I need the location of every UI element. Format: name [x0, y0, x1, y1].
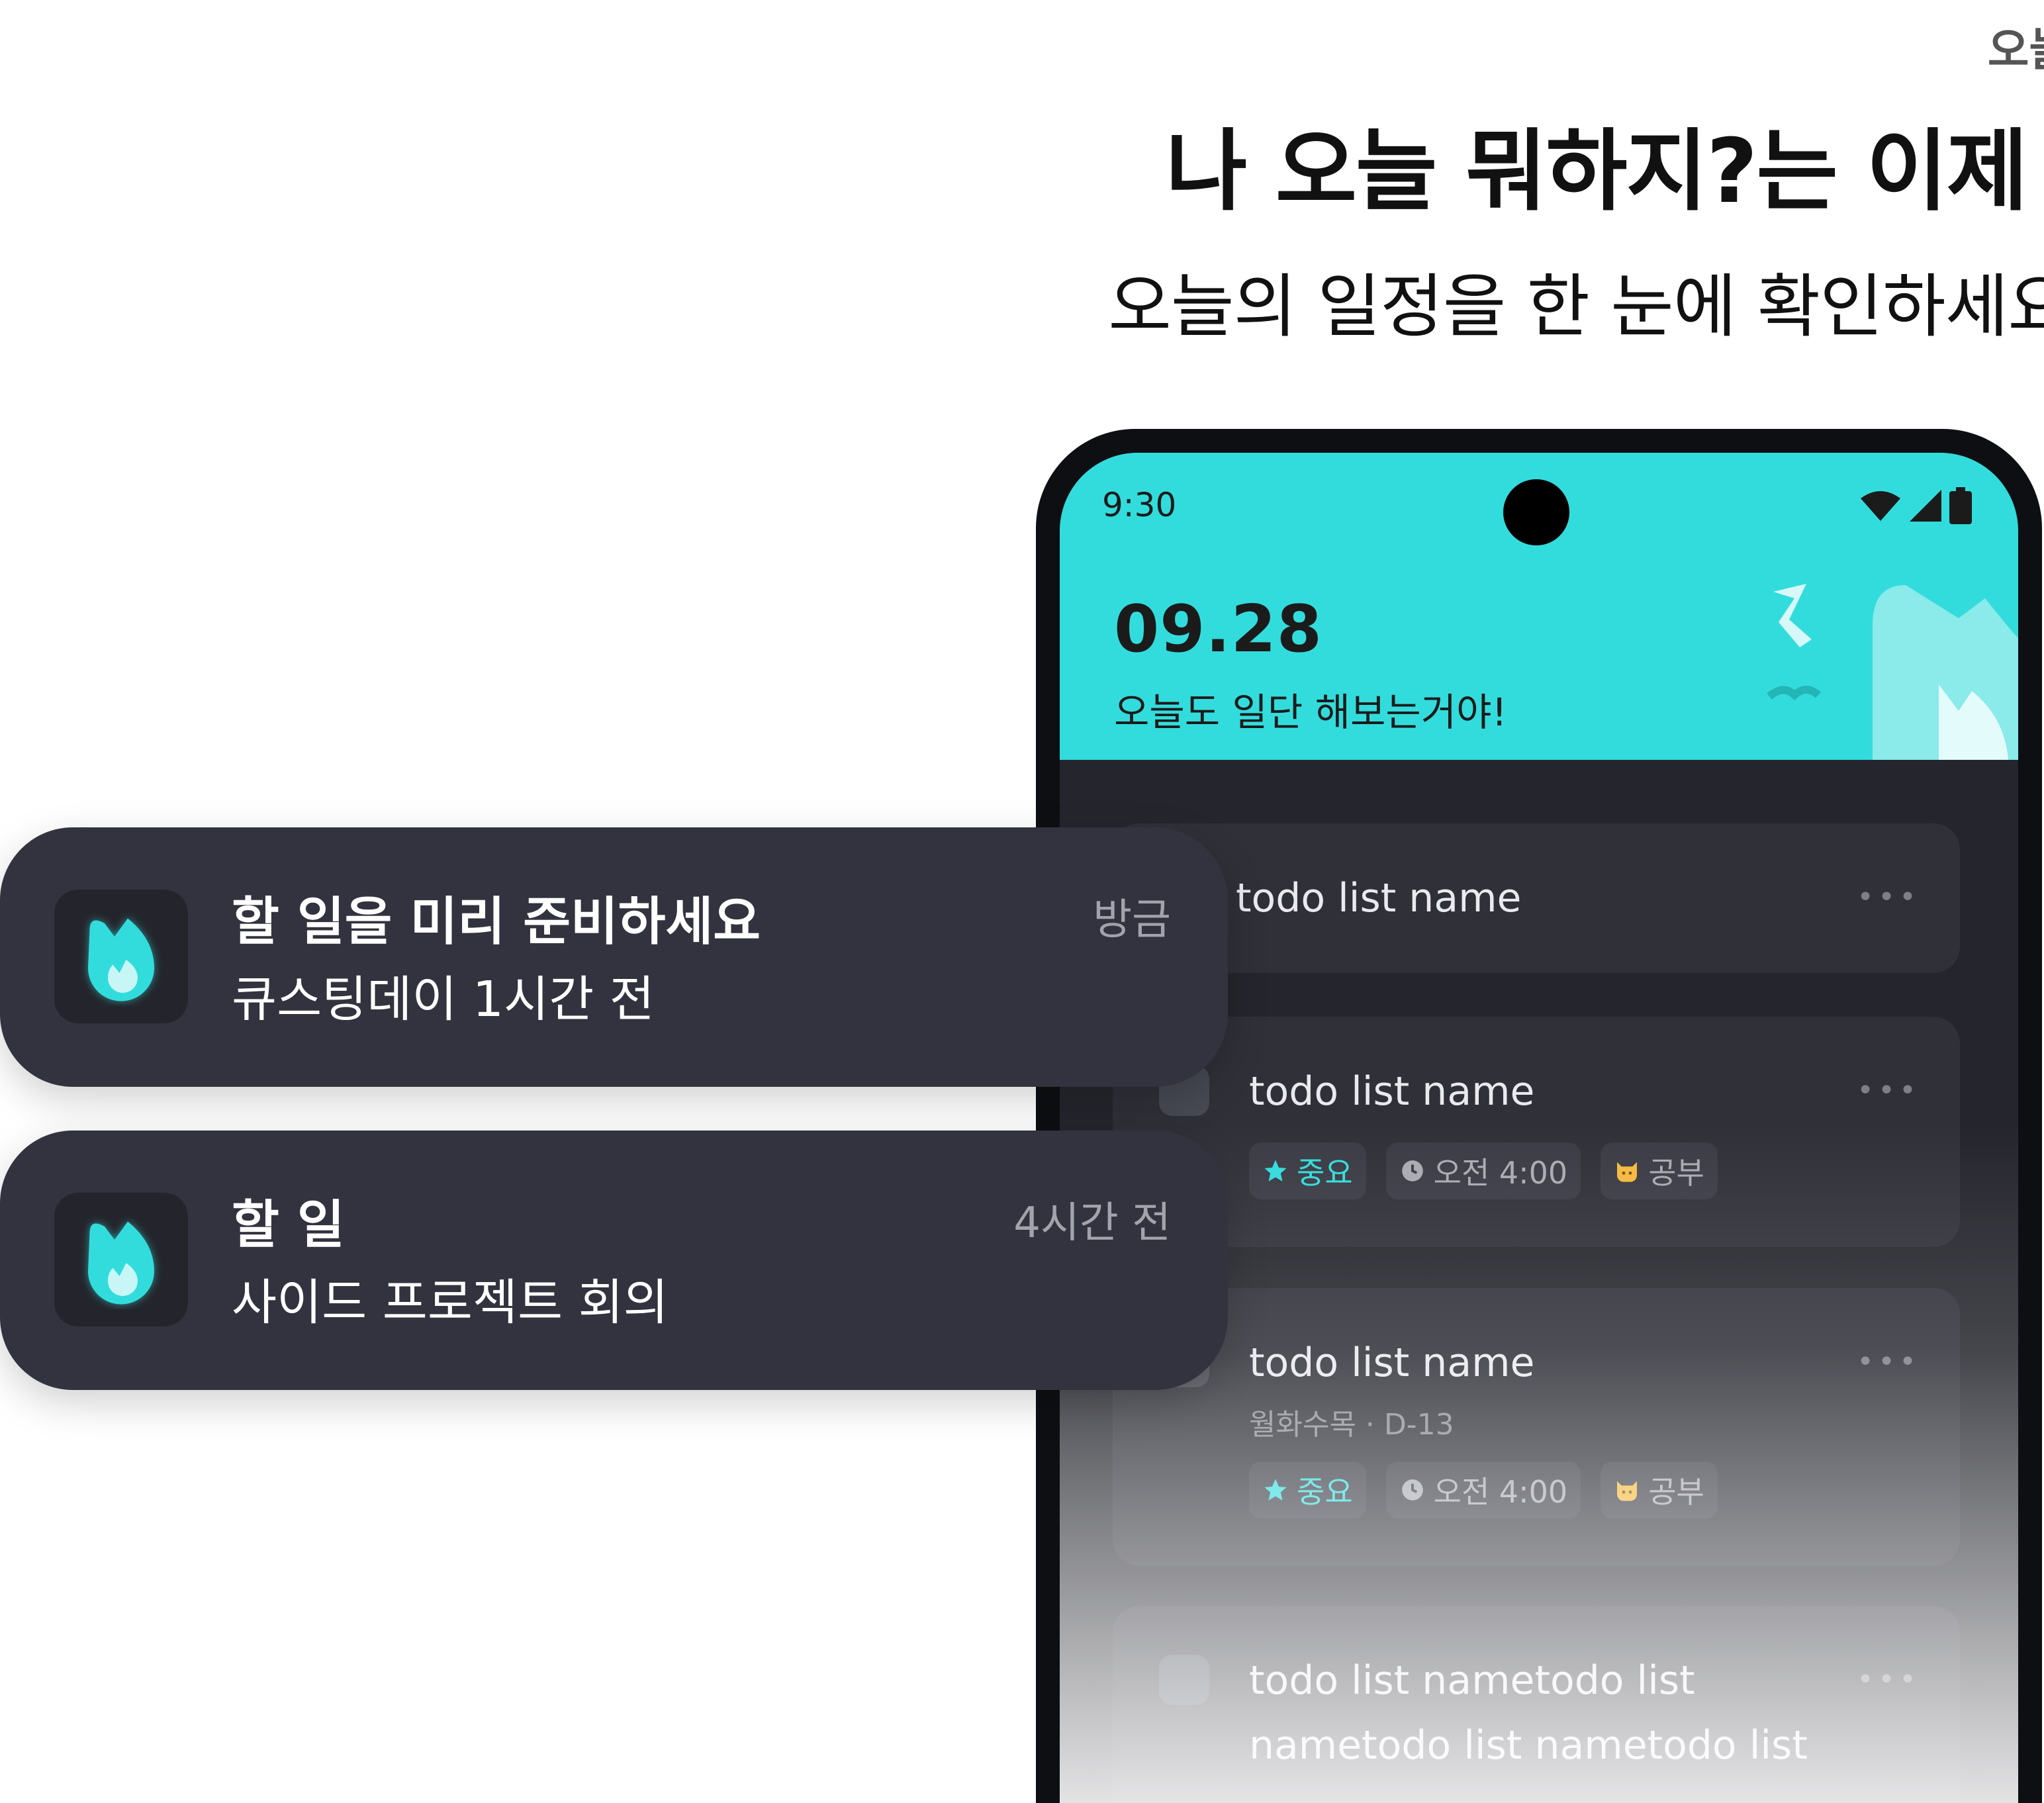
todo-card[interactable]: todo list name ••• — [1113, 823, 1960, 973]
todo-title: todo list name — [1236, 875, 1522, 921]
todo-card[interactable]: todo list name ••• 중요 오전 4:00 공부 — [1113, 1017, 1960, 1247]
todo-repeat-meta: 월화수목 · D-13 — [1249, 1408, 1454, 1442]
phone-frame: 9:30 09.28 오늘도 일단 해보는거야! todo list name … — [1036, 429, 2042, 1803]
time-chip[interactable]: 오전 4:00 — [1385, 1461, 1581, 1518]
todo-tags: 중요 오전 4:00 공부 — [1249, 1461, 1718, 1518]
page-headline: 나 오늘 뭐하지?는 이제 끝 — [1165, 120, 2044, 223]
category-chip[interactable]: 공부 — [1601, 1461, 1718, 1518]
section-kicker: 오늘 — [1987, 24, 2044, 77]
clock-icon — [1399, 1158, 1426, 1184]
star-icon — [1262, 1158, 1289, 1184]
priority-chip[interactable]: 중요 — [1249, 1142, 1366, 1199]
category-label: 공부 — [1648, 1155, 1704, 1191]
more-options-icon[interactable]: ••• — [1857, 880, 1920, 914]
todo-card[interactable]: todo list name 월화수목 · D-13 ••• 중요 오전 4:0… — [1113, 1288, 1960, 1566]
more-options-icon[interactable]: ••• — [1857, 1074, 1920, 1107]
flame-app-icon — [54, 890, 188, 1023]
time-label: 오전 4:00 — [1433, 1474, 1568, 1510]
today-header: 9:30 09.28 오늘도 일단 해보는거야! — [1060, 453, 2018, 760]
category-chip[interactable]: 공부 — [1601, 1142, 1718, 1199]
time-chip[interactable]: 오전 4:00 — [1385, 1142, 1581, 1199]
mascot-illustration — [1767, 584, 2018, 760]
notification-body: 사이드 프로젝트 회의 — [232, 1274, 669, 1331]
battery-icon — [1949, 487, 1972, 524]
flame-app-icon — [54, 1193, 188, 1326]
notification-title: 할 일 — [232, 1195, 345, 1255]
priority-label: 중요 — [1297, 1474, 1353, 1510]
today-date: 09.28 — [1114, 592, 1323, 667]
notification-time: 4시간 전 — [1013, 1199, 1171, 1248]
more-options-icon[interactable]: ••• — [1857, 1345, 1920, 1379]
notification-card[interactable]: 할 일 사이드 프로젝트 회의 4시간 전 — [0, 1131, 1228, 1390]
todo-tags: 중요 오전 4:00 공부 — [1249, 1142, 1718, 1199]
cat-emoji-icon — [1614, 1477, 1640, 1503]
time-label: 오전 4:00 — [1433, 1155, 1568, 1191]
today-tagline: 오늘도 일단 해보는거야! — [1114, 690, 1507, 735]
notification-card[interactable]: 할 일을 미리 준비하세요 큐스팅데이 1시간 전 방금 — [0, 827, 1228, 1087]
page-subheadline: 오늘의 일정을 한 눈에 확인하세요 — [1108, 266, 2044, 347]
phone-screen: 9:30 09.28 오늘도 일단 해보는거야! todo list name … — [1060, 453, 2018, 1803]
todo-title: todo list name — [1249, 1068, 1535, 1115]
status-time: 9:30 — [1102, 486, 1177, 524]
todo-title: todo list name — [1249, 1340, 1535, 1386]
notification-title: 할 일을 미리 준비하세요 — [232, 892, 761, 952]
wifi-icon — [1861, 491, 1900, 521]
todo-title: todo list nametodo list — [1249, 1657, 1695, 1704]
todo-card[interactable]: todo list nametodo list nametodo list na… — [1113, 1606, 1960, 1803]
system-icons — [1859, 487, 1972, 524]
todo-title-continued: nametodo list nametodo list — [1249, 1722, 1808, 1769]
more-options-icon[interactable]: ••• — [1857, 1663, 1920, 1696]
star-icon — [1262, 1477, 1289, 1503]
front-camera — [1503, 479, 1569, 545]
cat-emoji-icon — [1614, 1158, 1640, 1184]
status-bar: 9:30 — [1060, 453, 2018, 545]
priority-chip[interactable]: 중요 — [1249, 1461, 1366, 1518]
signal-icon — [1910, 490, 1941, 522]
notification-time: 방금 — [1093, 896, 1171, 945]
priority-label: 중요 — [1297, 1155, 1353, 1191]
todo-checkbox[interactable] — [1159, 1655, 1209, 1705]
notification-body: 큐스팅데이 1시간 전 — [232, 971, 655, 1028]
category-label: 공부 — [1648, 1474, 1704, 1510]
clock-icon — [1399, 1477, 1426, 1503]
